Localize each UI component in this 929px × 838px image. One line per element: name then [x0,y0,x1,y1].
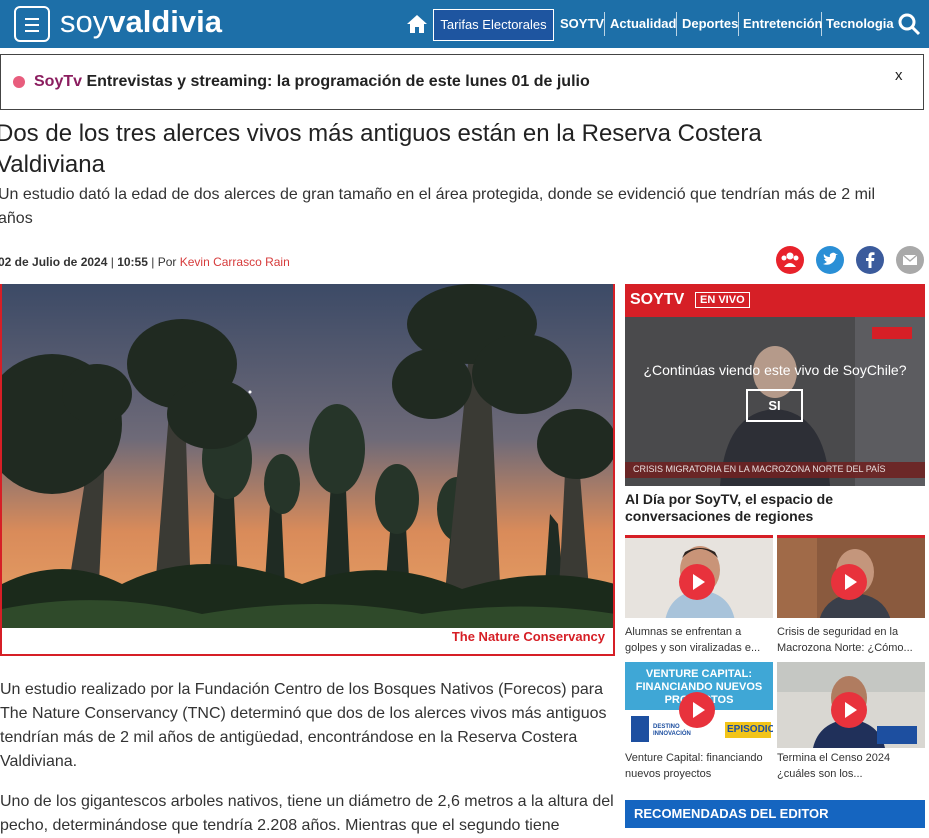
article-subhead: Un estudio dató la edad de dos alerces d… [0,186,876,227]
image-credit: The Nature Conservancy [451,629,605,644]
facebook-icon [856,246,884,274]
nav-item-tecnologia[interactable]: Tecnologia [826,16,894,31]
nav-item-soytv[interactable]: SOYTV [560,16,604,31]
video-card[interactable]: VENTURE CAPITAL: FINANCIANDO NUEVOS PROY… [625,662,773,787]
live-video-title[interactable]: Al Día por SoyTV, el espacio de conversa… [625,491,925,525]
soytv-logo: SOYTV [630,291,685,308]
play-icon[interactable] [831,564,867,600]
hamburger-menu-button[interactable] [14,6,50,42]
video-card[interactable]: Alumnas se enfrentan a golpes y son vira… [625,535,773,660]
top-navigation-bar: soyvaldivia Tarifas Electorales SOYTV Ac… [0,0,929,48]
video-caption[interactable]: Alumnas se enfrentan a golpes y son vira… [625,624,773,656]
twitter-icon [816,246,844,274]
play-icon[interactable] [831,692,867,728]
article-hero-image: The Nature Conservancy [0,284,615,656]
live-badge: EN VIVO [695,292,750,308]
home-icon[interactable] [406,13,428,35]
editor-recommendations-header: RECOMENDADAS DEL EDITOR [625,800,925,828]
share-community-button[interactable] [776,246,804,274]
video-thumbnail[interactable]: VENTURE CAPITAL: FINANCIANDO NUEVOS PROY… [625,662,773,748]
share-facebook-button[interactable] [856,246,884,274]
continue-watching-prompt: ¿Continúas viendo este vivo de SoyChile? [643,362,907,378]
live-lower-third: CRISIS MIGRATORIA EN LA MACROZONA NORTE … [633,464,886,474]
nav-item-deportes[interactable]: Deportes [682,16,738,31]
video-thumbnail[interactable] [777,535,925,618]
site-logo[interactable]: soyvaldivia [60,4,222,40]
video-thumbnail[interactable] [625,535,773,618]
forest-alerce-photo [2,284,613,628]
nav-item-actualidad[interactable]: Actualidad [610,16,676,31]
nav-divider [676,12,677,36]
nav-divider [738,12,739,36]
live-dot-icon [13,76,25,88]
video-caption[interactable]: Crisis de seguridad en la Macrozona Nort… [777,624,925,656]
article-paragraph: Uno de los gigantescos arboles nativos, … [0,793,614,834]
thumbnail-episode: EPISODIO31 [727,724,773,735]
search-icon[interactable] [897,12,921,36]
share-twitter-button[interactable] [816,246,844,274]
video-card[interactable]: Termina el Censo 2024 ¿cuáles son los... [777,662,925,787]
author-link[interactable]: Kevin Carrasco Rain [180,255,290,269]
video-card[interactable]: Crisis de seguridad en la Macrozona Nort… [777,535,925,660]
video-caption[interactable]: Venture Capital: financiando nuevos proy… [625,750,773,782]
article-headline: Dos de los tres alerces vivos más antigu… [0,120,762,178]
continue-yes-button[interactable]: SI [746,389,803,422]
article-paragraph: Un estudio realizado por la Fundación Ce… [0,681,607,770]
email-icon [896,246,924,274]
play-icon[interactable] [679,564,715,600]
breaking-news-ticker[interactable]: SoyTv Entrevistas y streaming: la progra… [0,54,924,110]
community-icon [776,246,804,274]
article-byline: 02 de Julio de 2024 | 10:55 | Por Kevin … [0,255,290,269]
nav-item-entretencion[interactable]: Entretención [743,16,822,31]
nav-divider [821,12,822,36]
live-header-bar: SOYTV EN VIVO [625,284,925,317]
video-caption[interactable]: Termina el Censo 2024 ¿cuáles son los... [777,750,925,782]
close-ticker-button[interactable]: x [895,67,903,84]
nav-item-tarifas-electorales[interactable]: Tarifas Electorales [433,9,554,41]
share-email-button[interactable] [896,246,924,274]
play-icon[interactable] [679,692,715,728]
ticker-headline[interactable]: SoyTv Entrevistas y streaming: la progra… [34,73,590,91]
nav-divider [604,12,605,36]
video-thumbnail[interactable] [777,662,925,748]
live-video-player[interactable]: SOYTV EN VIVO ¿Continúas viendo este viv… [625,284,925,486]
